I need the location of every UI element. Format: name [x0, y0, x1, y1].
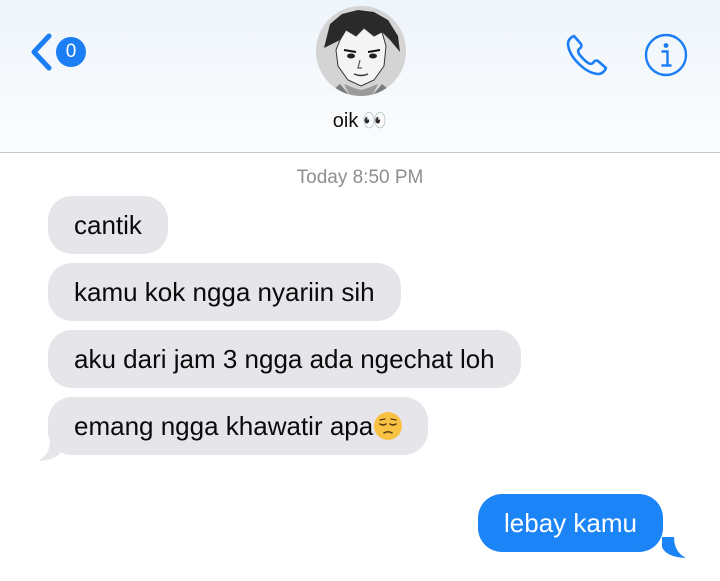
- pensive-face-icon: [374, 412, 403, 440]
- incoming-message[interactable]: aku dari jam 3 ngga ada ngechat loh: [48, 330, 521, 388]
- avatar-portrait-icon: [316, 6, 406, 96]
- contact-name[interactable]: oik 👀: [0, 108, 720, 133]
- message-text: emang ngga khawatir apa: [74, 411, 374, 441]
- message-text: aku dari jam 3 ngga ada ngechat loh: [74, 344, 495, 374]
- outgoing-message[interactable]: lebay kamu: [478, 494, 663, 552]
- message-text: kamu kok ngga nyariin sih: [74, 277, 375, 307]
- chevron-left-icon: [31, 33, 52, 71]
- call-button[interactable]: [563, 31, 611, 84]
- message-timestamp: Today 8:50 PM: [296, 167, 424, 188]
- back-button[interactable]: 0: [28, 33, 86, 71]
- contact-avatar[interactable]: [316, 6, 406, 96]
- phone-icon: [566, 34, 608, 76]
- message-text: cantik: [74, 210, 142, 240]
- eyes-emoji: 👀: [362, 108, 388, 132]
- incoming-message[interactable]: emang ngga khawatir apa: [48, 397, 429, 455]
- outgoing-bubble-tail: [662, 537, 686, 558]
- incoming-bubble-tail: [38, 440, 62, 461]
- incoming-message[interactable]: kamu kok ngga nyariin sih: [48, 263, 401, 321]
- message-text: lebay kamu: [504, 508, 637, 538]
- contact-name-text: oik: [332, 110, 359, 132]
- info-icon: [644, 33, 688, 77]
- info-button[interactable]: [644, 33, 688, 82]
- incoming-message[interactable]: cantik: [48, 196, 168, 254]
- conversation-header: 0 oik 👀: [0, 0, 720, 153]
- unread-count-badge: 0: [56, 37, 86, 67]
